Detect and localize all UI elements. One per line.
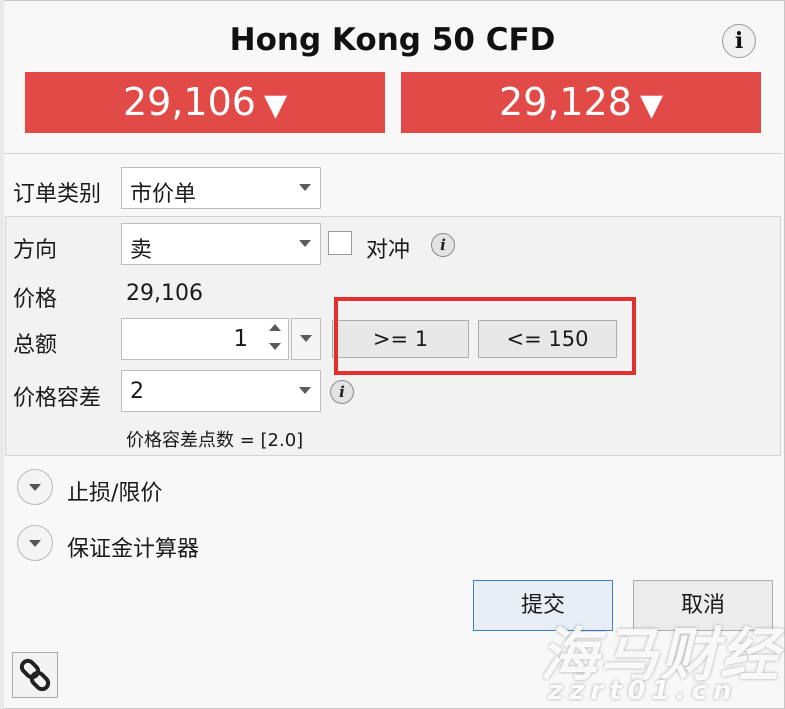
- instrument-title: Hong Kong 50 CFD: [229, 22, 556, 58]
- watermark-url: zzrt01.cn: [548, 676, 738, 706]
- direction-value: 卖: [130, 238, 153, 263]
- amount-label: 总额: [13, 333, 58, 358]
- link-button[interactable]: [12, 652, 58, 698]
- hedge-label: 对冲: [366, 238, 411, 263]
- down-arrow-icon: ▼: [639, 88, 664, 123]
- chevron-down-icon: [29, 540, 41, 547]
- chevron-down-icon: [299, 184, 311, 191]
- buy-price-value: 29,128: [498, 80, 632, 124]
- down-arrow-icon: ▼: [263, 88, 288, 123]
- amount-dropdown-button[interactable]: [291, 318, 321, 360]
- direction-label: 方向: [13, 238, 58, 263]
- tolerance-label: 价格容差: [13, 386, 102, 411]
- spin-down-icon[interactable]: [269, 343, 281, 350]
- spin-up-icon[interactable]: [269, 324, 281, 331]
- sell-price-button[interactable]: 29,106 ▼: [25, 72, 385, 133]
- price-value: 29,106: [126, 281, 203, 306]
- info-icon[interactable]: i: [722, 24, 756, 58]
- chevron-down-icon: [300, 335, 312, 342]
- amount-input[interactable]: 1: [121, 318, 289, 360]
- buy-price-button[interactable]: 29,128 ▼: [401, 72, 761, 133]
- tolerance-value: 2: [130, 379, 144, 404]
- margin-calculator-expander[interactable]: [17, 525, 53, 561]
- amount-value: 1: [233, 326, 248, 352]
- window-edge: [0, 0, 4, 709]
- tolerance-points-text: 价格容差点数 = [2.0]: [126, 430, 304, 451]
- order-type-label: 订单类别: [13, 182, 102, 207]
- sell-price-value: 29,106: [122, 80, 256, 124]
- highlight-box: [334, 297, 636, 375]
- stop-limit-expander[interactable]: [17, 469, 53, 505]
- chevron-down-icon: [299, 240, 311, 247]
- tolerance-select[interactable]: 2: [121, 370, 321, 412]
- direction-select[interactable]: 卖: [121, 223, 321, 265]
- chevron-down-icon: [29, 484, 41, 491]
- hedge-info-icon[interactable]: i: [431, 233, 455, 257]
- order-type-value: 市价单: [130, 182, 197, 207]
- link-icon: [19, 658, 51, 692]
- tolerance-info-icon[interactable]: i: [330, 380, 354, 404]
- stop-limit-label[interactable]: 止损/限价: [67, 475, 162, 507]
- order-type-select[interactable]: 市价单: [121, 167, 321, 209]
- hedge-checkbox[interactable]: [328, 231, 352, 255]
- price-label: 价格: [13, 287, 58, 312]
- chevron-down-icon: [299, 387, 311, 394]
- margin-calculator-label[interactable]: 保证金计算器: [67, 531, 199, 563]
- divider: [4, 153, 782, 154]
